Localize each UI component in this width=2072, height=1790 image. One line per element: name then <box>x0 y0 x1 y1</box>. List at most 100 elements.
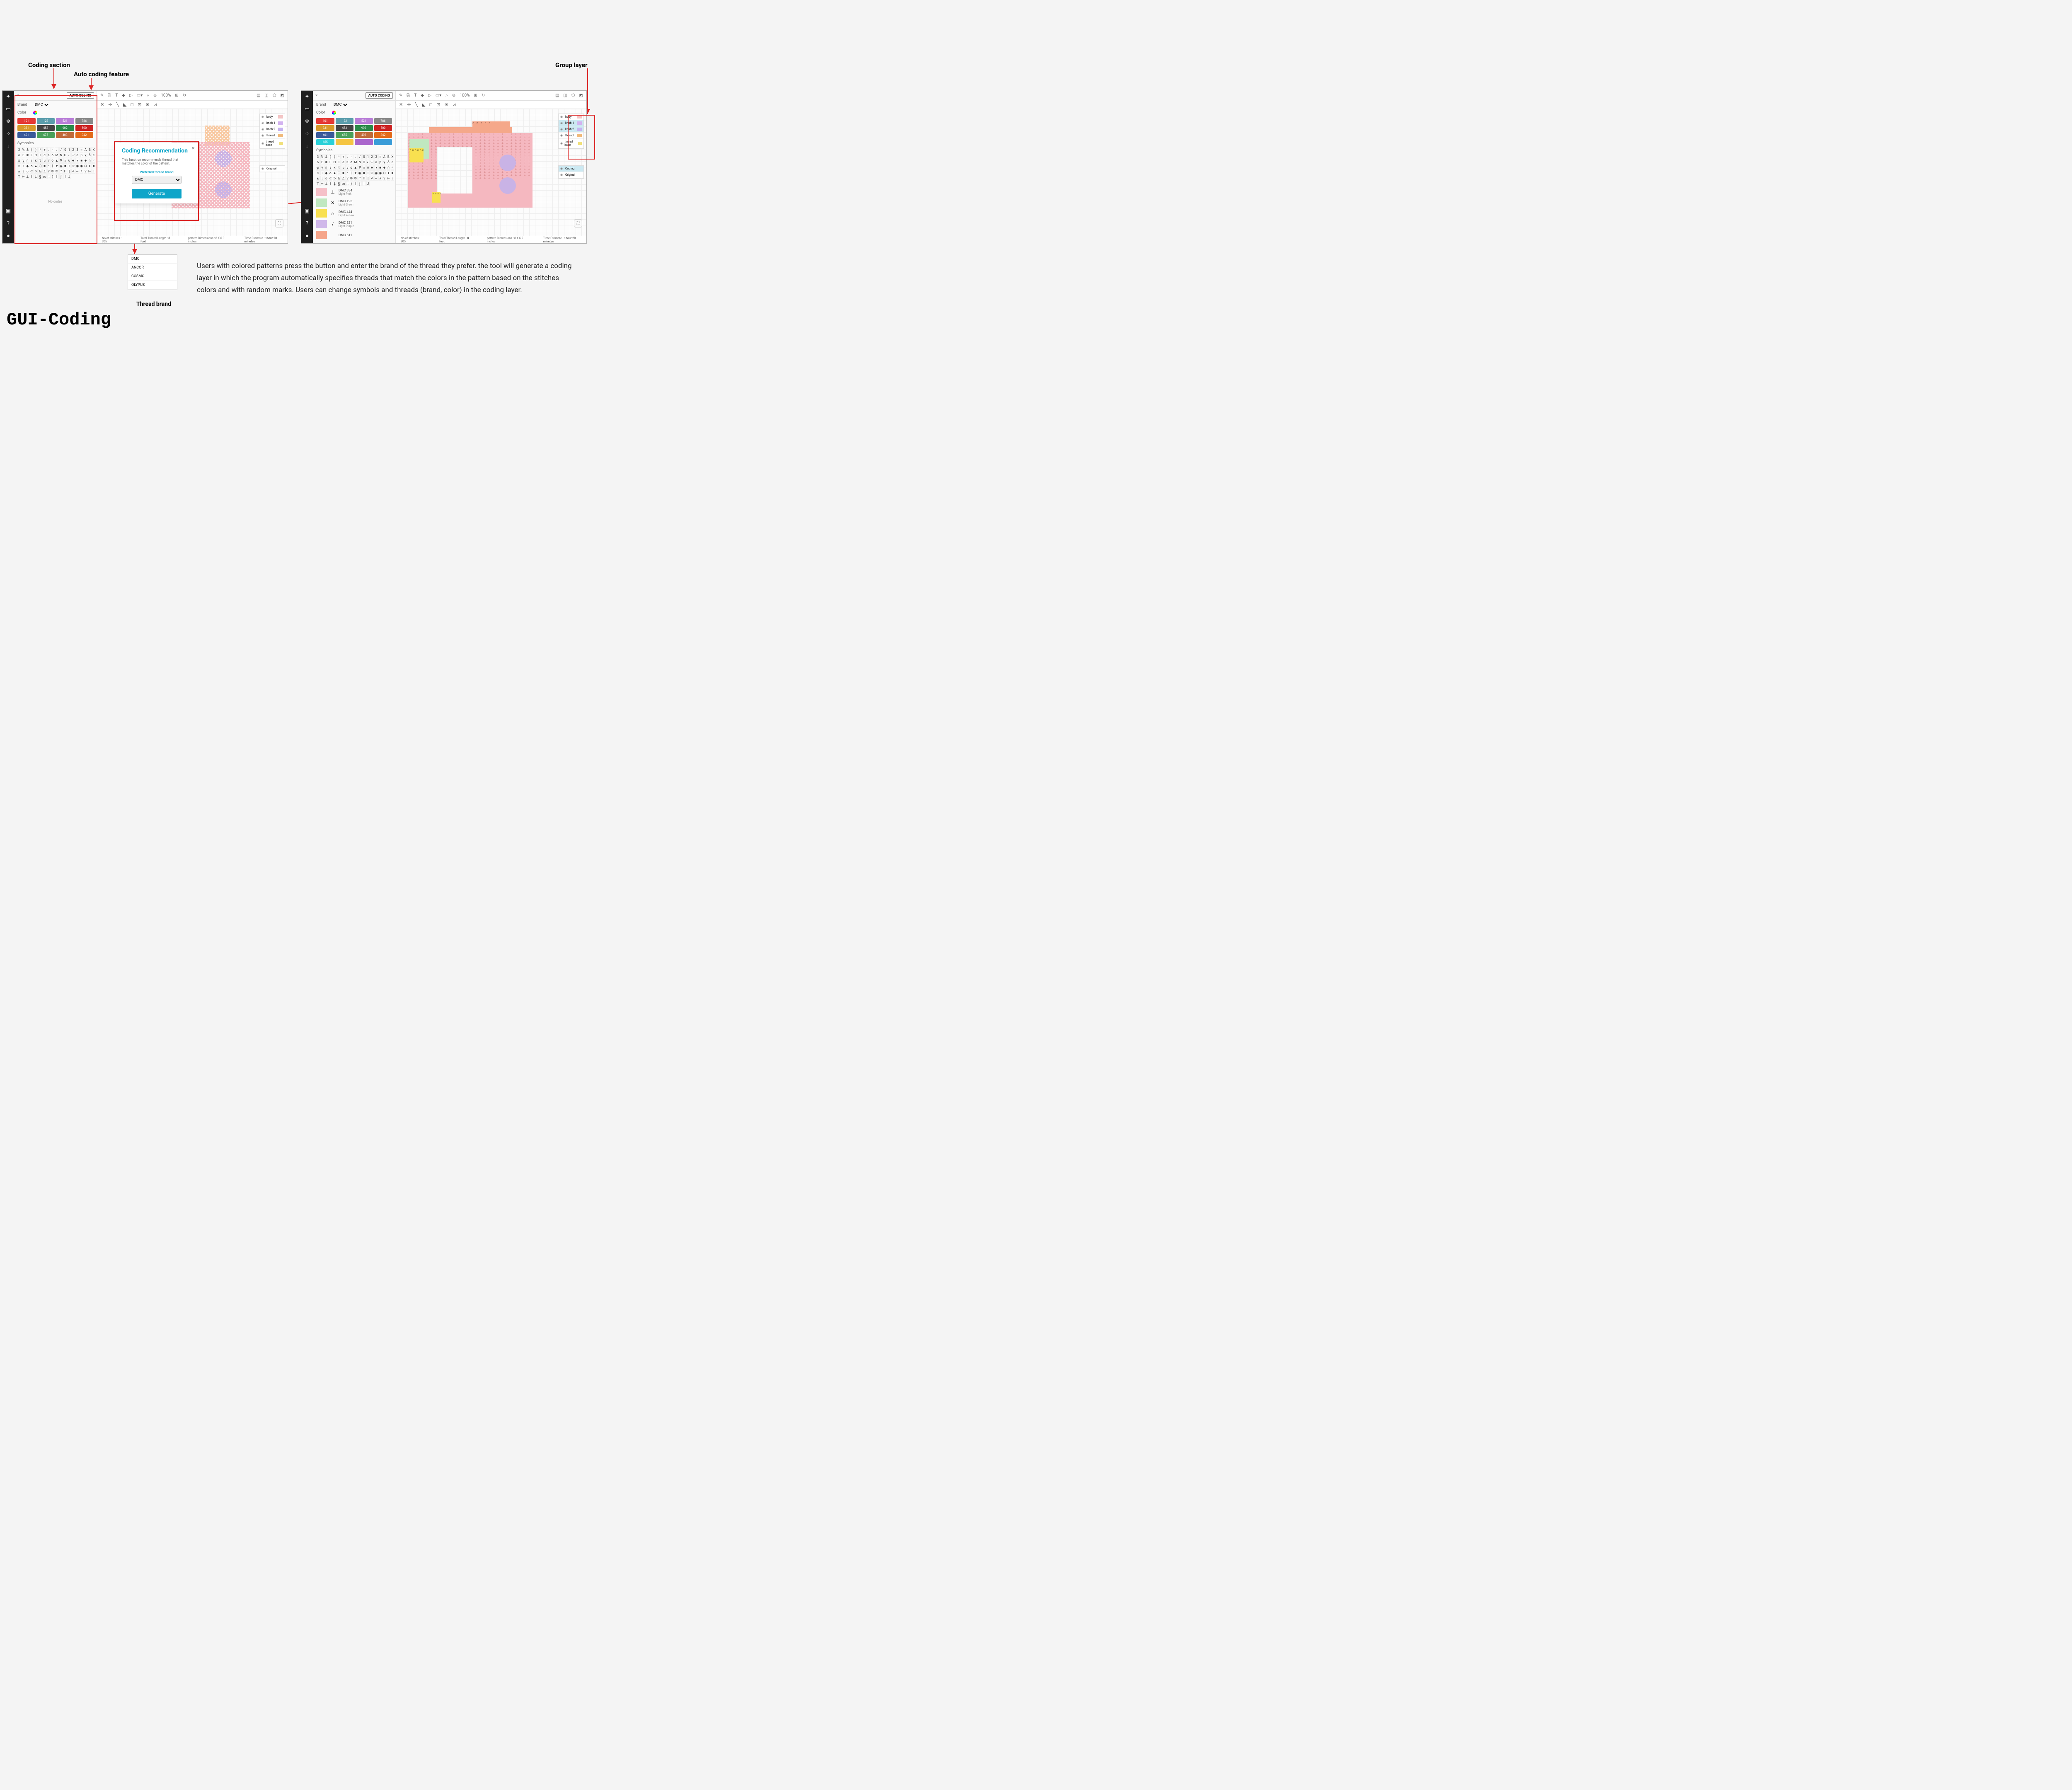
symbol-cell[interactable]: B <box>387 154 390 159</box>
symbol-cell[interactable]: + <box>341 154 345 159</box>
symbol-cell[interactable]: ♡ <box>370 160 374 164</box>
layer-row[interactable]: ◉body <box>260 114 285 120</box>
symbol-cell[interactable]: ⊤ <box>17 174 21 179</box>
symbol-cell[interactable]: ◉ <box>378 170 382 175</box>
color-swatch[interactable]: 403 <box>56 132 74 138</box>
symbol-cell[interactable]: J <box>68 174 71 179</box>
symbol-cell[interactable]: ■ <box>63 163 67 168</box>
fit-button[interactable]: ⛶ <box>275 219 283 227</box>
symbol-cell[interactable]: ▲ <box>17 169 21 174</box>
symbol-cell[interactable]: ▲ <box>55 158 59 163</box>
layer-row[interactable]: ◉thread base <box>260 139 285 148</box>
symbol-cell[interactable]: ⊢ <box>88 169 92 174</box>
symbol-cell[interactable]: ⊥ <box>26 174 29 179</box>
symbol-cell[interactable]: - <box>51 147 54 152</box>
symbol-cell[interactable]: ○ <box>17 163 21 168</box>
symbol-cell[interactable]: ☆ <box>88 158 92 163</box>
eye-icon[interactable]: ◉ <box>560 134 564 137</box>
symbol-cell[interactable]: - <box>350 154 353 159</box>
symbol-cell[interactable]: ☼ <box>362 165 366 170</box>
symbol-cell[interactable]: | <box>55 174 59 179</box>
symbol-cell[interactable]: 2 <box>370 154 374 159</box>
symbol-cell[interactable]: Γ <box>329 160 332 164</box>
fit-button[interactable]: ⛶ <box>574 219 582 227</box>
tool-pencil-icon[interactable]: ✎ <box>100 93 104 98</box>
symbol-cell[interactable]: δ <box>387 160 390 164</box>
dropdown-option[interactable]: DMC <box>128 255 177 264</box>
layer-row[interactable]: ◉knob 2 <box>559 126 583 133</box>
symbol-cell[interactable]: ( <box>329 154 332 159</box>
symbol-cell[interactable]: 0 <box>63 147 67 152</box>
symbol-cell[interactable]: ◉ <box>75 163 79 168</box>
eye-icon[interactable]: ◉ <box>261 121 265 125</box>
color-swatch[interactable]: 331 <box>17 125 36 131</box>
symbol-cell[interactable]: ◦ <box>22 163 25 168</box>
nav-icon-help[interactable]: ? <box>5 220 12 227</box>
symbol-cell[interactable]: 1 <box>68 147 71 152</box>
symbol-cell[interactable]: 1 <box>366 154 370 159</box>
symbols-grid[interactable]: 3%&()*+,-./0123≡ABXΔEΦΓHIϑKΛMNO◐♡αβχδεφγ… <box>313 154 395 186</box>
tool-copy-icon[interactable]: ⎘ <box>108 93 111 98</box>
color-swatch[interactable]: 655 <box>316 139 334 145</box>
symbol-cell[interactable]: Π <box>362 176 366 181</box>
symbol-cell[interactable]: ◑ <box>75 158 79 163</box>
color-swatch[interactable]: 331 <box>316 125 334 131</box>
symbol-cell[interactable]: ◦ <box>320 170 324 175</box>
symbol-cell[interactable]: © <box>353 176 358 181</box>
symbol-cell[interactable]: 2 <box>71 147 75 152</box>
symbol-cell[interactable]: α <box>75 152 79 157</box>
symbol-cell[interactable]: ∠ <box>42 169 46 174</box>
symbol-cell[interactable]: * <box>337 154 341 159</box>
symbol-cell[interactable]: X <box>391 154 394 159</box>
symbol-cell[interactable]: % <box>22 147 25 152</box>
symbol-cell[interactable]: ⊃ <box>333 176 337 181</box>
symbol-cell[interactable]: ◐ <box>366 160 370 164</box>
color-swatch[interactable]: 401 <box>17 132 36 138</box>
color-swatch[interactable]: 786 <box>75 118 94 124</box>
symbol-cell[interactable]: τ <box>38 158 42 163</box>
color-swatch[interactable]: 453 <box>336 125 354 131</box>
symbol-cell[interactable]: ε <box>92 152 95 157</box>
eye-icon[interactable]: ◉ <box>261 115 265 119</box>
symbol-cell[interactable]: ♥ <box>55 163 59 168</box>
stitch-diag-icon[interactable]: ╲ <box>415 102 418 107</box>
symbol-cell[interactable]: ⊥ <box>324 181 328 186</box>
symbol-cell[interactable]: κ <box>333 165 337 170</box>
symbol-cell[interactable]: & <box>26 147 29 152</box>
color-swatch[interactable]: 675 <box>37 132 55 138</box>
layer-row[interactable]: ◉Original <box>260 166 285 172</box>
symbol-cell[interactable]: ⊡ <box>84 163 87 168</box>
stitch-sq-icon[interactable]: □ <box>131 102 134 107</box>
symbol-cell[interactable]: ∨ <box>346 176 349 181</box>
symbol-cell[interactable]: ν <box>47 158 51 163</box>
layer-row[interactable]: ◉knob 1 <box>559 120 583 126</box>
eye-icon[interactable]: ◉ <box>261 128 265 131</box>
brand-select[interactable]: DMC <box>332 102 349 107</box>
nav-icon-3[interactable]: ⁘ <box>5 131 12 137</box>
symbol-cell[interactable]: ™ <box>59 169 63 174</box>
symbol-cell[interactable]: A <box>382 154 386 159</box>
close-sidebar-icon[interactable]: × <box>17 93 19 98</box>
symbol-cell[interactable]: ⊃ <box>34 169 38 174</box>
stitch-star-icon[interactable]: ✳ <box>444 102 448 107</box>
stitch-plus-icon[interactable]: ✛ <box>108 102 112 107</box>
symbol-cell[interactable]: 0 <box>362 154 366 159</box>
symbol-cell[interactable]: ✕ <box>30 163 34 168</box>
symbol-cell[interactable]: Δ <box>316 160 320 164</box>
symbol-cell[interactable]: ◆ <box>26 163 29 168</box>
layer-row[interactable]: ◉thread base <box>559 139 583 148</box>
thread-row[interactable]: ∩DMC 444Light Yellow <box>316 209 392 218</box>
symbol-cell[interactable]: ☆ <box>370 170 374 175</box>
symbol-cell[interactable]: μ <box>341 165 345 170</box>
eye-icon[interactable]: ◉ <box>560 167 564 170</box>
nav-icon-2[interactable]: ❄ <box>304 118 310 125</box>
symbol-cell[interactable]: ® <box>350 176 353 181</box>
symbol-cell[interactable]: γ <box>22 158 25 163</box>
symbol-cell[interactable]: § <box>337 181 341 186</box>
layer-row[interactable]: ◉thread <box>559 133 583 139</box>
tool-refresh-icon[interactable]: ↻ <box>183 93 186 98</box>
symbol-cell[interactable]: ) <box>333 154 337 159</box>
symbol-cell[interactable]: E <box>320 160 324 164</box>
symbol-cell[interactable]: ∼ <box>75 169 79 174</box>
symbol-cell[interactable]: Γ <box>30 152 34 157</box>
